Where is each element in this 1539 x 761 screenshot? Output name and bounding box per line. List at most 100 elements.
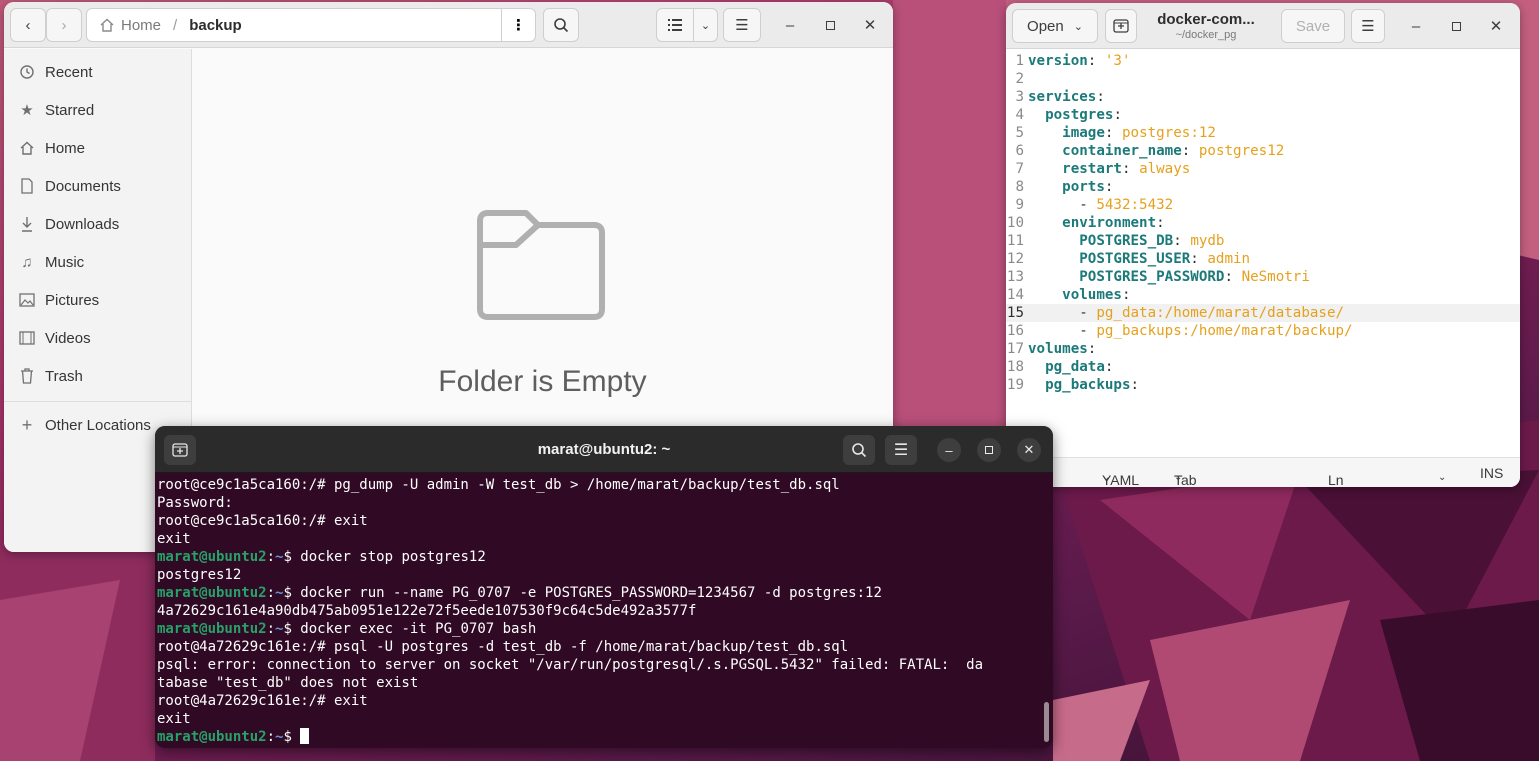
line-number: 5 — [1015, 125, 1024, 141]
chevron-right-icon: › — [61, 16, 67, 34]
minimize-icon: – — [1411, 17, 1421, 35]
code-line[interactable]: 3 services: — [1006, 88, 1520, 106]
line-number: 10 — [1006, 215, 1024, 231]
sidebar-item-downloads[interactable]: Downloads — [4, 205, 191, 243]
path-separator: / — [173, 16, 178, 34]
sidebar-item-label: Pictures — [45, 291, 100, 309]
code-line[interactable]: 10 environment: — [1006, 214, 1520, 232]
music-icon: ♫ — [21, 253, 33, 271]
path-menu-button[interactable]: ⋮ — [501, 9, 535, 41]
maximize-button[interactable] — [814, 8, 846, 42]
code-line[interactable]: 17 volumes: — [1006, 340, 1520, 358]
code-line[interactable]: 12 POSTGRES_USER: admin — [1006, 250, 1520, 268]
save-button[interactable]: Save — [1281, 9, 1345, 43]
chevron-down-icon: ⌄ — [1102, 472, 1111, 483]
search-icon — [554, 18, 569, 33]
code-text: POSTGRES_PASSWORD: NeSmotri — [1079, 269, 1310, 285]
code-line[interactable]: 4 postgres: — [1006, 106, 1520, 124]
line-number: 17 — [1006, 341, 1024, 357]
path-current-segment[interactable]: backup — [189, 17, 242, 34]
sidebar-item-documents[interactable]: Documents — [4, 167, 191, 205]
code-line[interactable]: 14 volumes: — [1006, 286, 1520, 304]
code-view[interactable]: 1 version: '3' 2 3 services: 4 postgres: 5 ima… — [1006, 52, 1520, 458]
close-button[interactable]: ✕ — [854, 8, 886, 42]
back-button[interactable]: ‹ — [10, 8, 46, 42]
editor-headerbar: Open ⌄ docker-com... ~/docker_pg Save ☰ … — [1006, 3, 1520, 49]
list-view-button[interactable] — [656, 8, 694, 42]
sidebar-item-label: Recent — [45, 63, 93, 81]
path-bar[interactable]: Home / backup ⋮ — [86, 8, 536, 42]
sidebar-item-music[interactable]: ♫ Music — [4, 243, 191, 281]
line-number: 12 — [1006, 251, 1024, 267]
terminal-output[interactable]: root@ce9c1a5ca160:/# pg_dump -U admin -W… — [157, 476, 1043, 748]
code-line[interactable]: 19 pg_backups: — [1006, 376, 1520, 394]
code-line[interactable]: 9 - 5432:5432 — [1006, 196, 1520, 214]
terminal-line: Password: — [157, 495, 233, 511]
code-text: - pg_data:/home/marat/database/ — [1028, 305, 1345, 321]
terminal-window: marat@ubuntu2: ~ ☰ – ✕ root@ce9c1a5ca160… — [155, 426, 1053, 748]
terminal-line: marat@ubuntu2:~$ docker exec -it PG_0707… — [157, 621, 537, 637]
code-text: volumes: — [1062, 287, 1131, 303]
code-text: container_name: postgres12 — [1062, 143, 1285, 159]
sidebar-item-label: Home — [45, 139, 86, 157]
line-number: 8 — [1015, 179, 1024, 195]
line-number: 7 — [1015, 161, 1024, 177]
terminal-line: root@4a72629c161e:/# psql -U postgres -d… — [157, 639, 849, 655]
sidebar-divider — [4, 401, 191, 402]
forward-button[interactable]: › — [46, 8, 82, 42]
open-button[interactable]: Open ⌄ — [1012, 9, 1098, 43]
editor-statusbar: YAML ⌄ Tab Width: 8 ⌄ Ln 15, Col 5 ⌄ INS — [1006, 457, 1520, 487]
chevron-down-icon: ⌄ — [1174, 472, 1183, 483]
search-icon — [852, 443, 867, 458]
minimize-button[interactable]: – — [1400, 9, 1432, 43]
sidebar-item-pictures[interactable]: Pictures — [4, 281, 191, 319]
terminal-search-button[interactable] — [843, 435, 875, 465]
view-options-button[interactable]: ⌄ — [693, 8, 718, 42]
new-document-button[interactable] — [1105, 9, 1137, 43]
close-button[interactable]: ✕ — [1017, 438, 1041, 462]
line-number: 9 — [1015, 197, 1024, 213]
code-text: image: postgres:12 — [1062, 125, 1216, 141]
line-number: 13 — [1006, 269, 1024, 285]
sidebar-item-home[interactable]: Home — [4, 129, 191, 167]
close-button[interactable]: ✕ — [1480, 9, 1512, 43]
code-line[interactable]: 1 version: '3' — [1006, 52, 1520, 70]
code-line[interactable]: 5 image: postgres:12 — [1006, 124, 1520, 142]
sidebar-item-label: Downloads — [45, 215, 120, 233]
star-icon: ★ — [20, 102, 34, 119]
minimize-button[interactable]: – — [937, 438, 961, 462]
path-home-label: Home — [121, 16, 162, 34]
maximize-button[interactable] — [1440, 9, 1472, 43]
trash-icon — [18, 367, 36, 385]
minimize-button[interactable]: – — [774, 8, 806, 42]
code-line[interactable]: 2 — [1006, 70, 1520, 88]
clock-icon — [18, 63, 36, 81]
code-text: postgres: — [1045, 107, 1122, 123]
terminal-line: root@4a72629c161e:/# exit — [157, 693, 368, 709]
sidebar-item-recent[interactable]: Recent — [4, 53, 191, 91]
path-home-segment[interactable]: Home — [99, 17, 161, 34]
sidebar-item-label: Music — [45, 253, 85, 271]
main-menu-button[interactable]: ☰ — [723, 8, 761, 42]
code-text: - 5432:5432 — [1028, 197, 1174, 213]
sidebar-item-videos[interactable]: Videos — [4, 319, 191, 357]
terminal-cursor — [300, 728, 310, 744]
editor-menu-button[interactable]: ☰ — [1351, 9, 1385, 43]
sidebar-item-starred[interactable]: ★ Starred — [4, 91, 191, 129]
terminal-line: marat@ubuntu2:~$ — [157, 728, 1043, 746]
sidebar-item-trash[interactable]: Trash — [4, 357, 191, 395]
code-text: restart: always — [1062, 161, 1191, 177]
maximize-button[interactable] — [977, 438, 1001, 462]
code-line[interactable]: 6 container_name: postgres12 — [1006, 142, 1520, 160]
search-button[interactable] — [543, 8, 579, 42]
code-line[interactable]: 13 POSTGRES_PASSWORD: NeSmotri — [1006, 268, 1520, 286]
code-line[interactable]: 8 ports: — [1006, 178, 1520, 196]
terminal-menu-button[interactable]: ☰ — [885, 435, 917, 465]
code-line[interactable]: 15 - pg_data:/home/marat/database/ — [1006, 304, 1520, 322]
terminal-scrollbar[interactable] — [1044, 702, 1049, 742]
code-line[interactable]: 18 pg_data: — [1006, 358, 1520, 376]
code-line[interactable]: 11 POSTGRES_DB: mydb — [1006, 232, 1520, 250]
insert-mode-indicator[interactable]: INS — [1480, 465, 1503, 481]
code-line[interactable]: 16 - pg_backups:/home/marat/backup/ — [1006, 322, 1520, 340]
code-line[interactable]: 7 restart: always — [1006, 160, 1520, 178]
